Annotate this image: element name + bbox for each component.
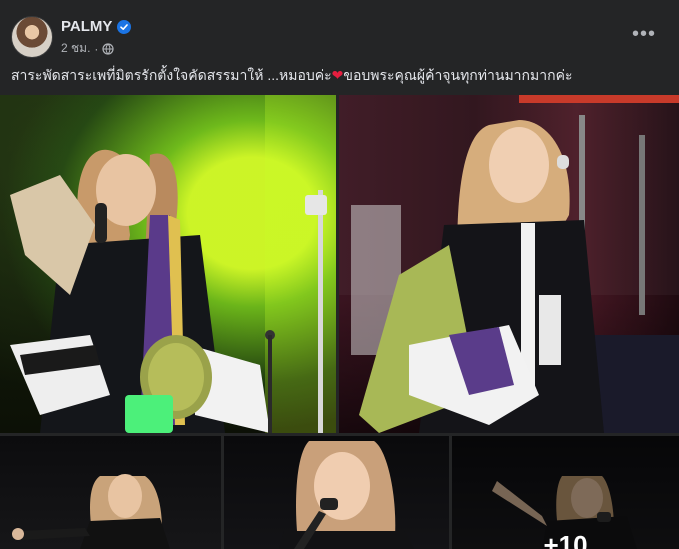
post-photo-5[interactable]: +10	[452, 436, 679, 549]
verified-badge-icon	[117, 19, 132, 34]
post-photo-3[interactable]	[0, 436, 221, 549]
more-options-icon[interactable]: •••	[628, 22, 660, 46]
caption-text-part2: ขอบพระคุณผู้ค้าจุนทุกท่านมากมากค่ะ	[343, 67, 573, 83]
post-card: PALMY 2 ชม. · ••• สาระพัดสาระเพที่มิตรรั…	[0, 0, 679, 549]
author-name[interactable]: PALMY	[61, 18, 112, 35]
heart-emoji-icon: ❤	[331, 67, 344, 83]
author-avatar[interactable]	[11, 16, 53, 58]
author-name-row: PALMY	[61, 18, 132, 35]
more-photos-overlay[interactable]: +10	[452, 436, 679, 549]
post-photo-1[interactable]	[0, 95, 336, 433]
globe-icon[interactable]	[102, 42, 115, 55]
post-photo-2[interactable]	[339, 95, 679, 433]
post-meta: 2 ชม. ·	[61, 39, 115, 58]
post-timestamp[interactable]: 2 ชม.	[61, 39, 90, 58]
caption-text-part1: สาระพัดสาระเพที่มิตรรักตั้งใจคัดสรรมาให้…	[11, 67, 332, 83]
more-photos-count: +10	[543, 530, 588, 549]
post-header: PALMY 2 ชม. · •••	[11, 12, 668, 58]
post-photo-4[interactable]	[224, 436, 449, 549]
meta-separator: ·	[94, 41, 99, 56]
post-caption: สาระพัดสาระเพที่มิตรรักตั้งใจคัดสรรมาให้…	[11, 66, 666, 84]
